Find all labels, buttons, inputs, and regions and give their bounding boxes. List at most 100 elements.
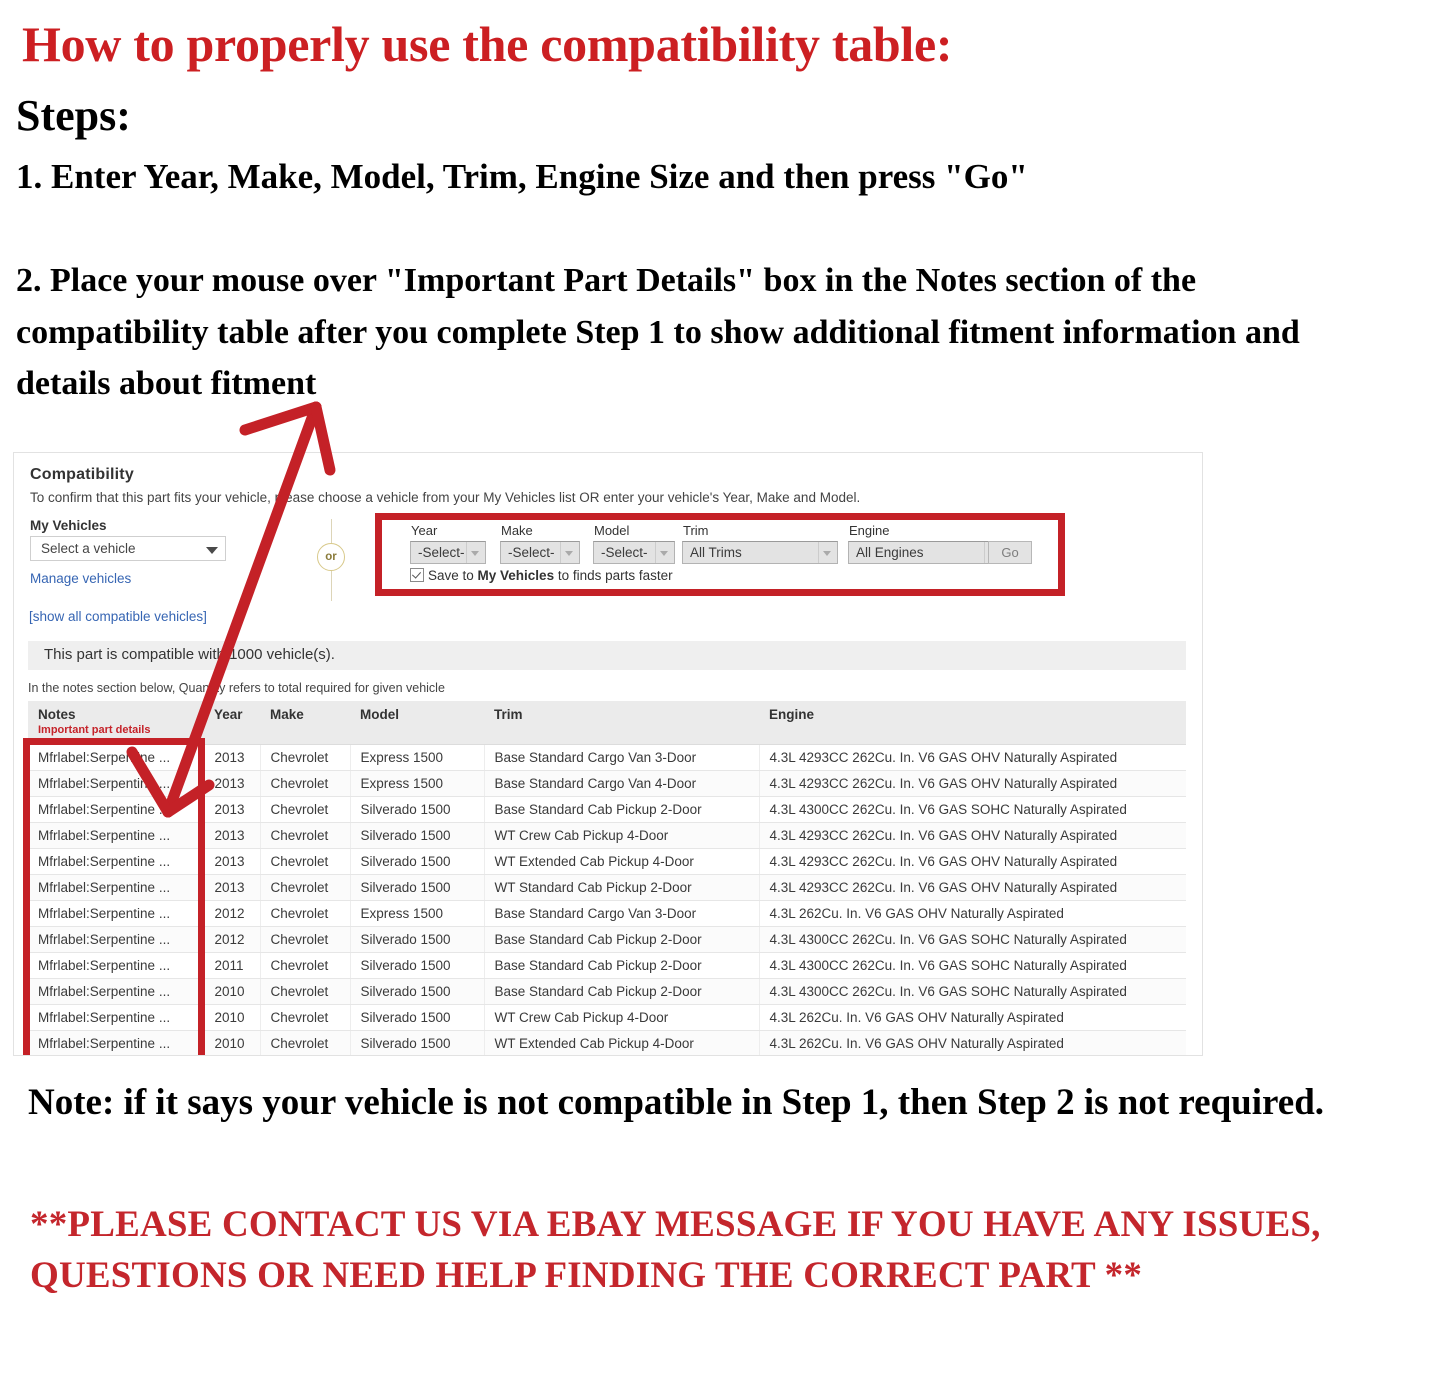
table-row[interactable]: Mfrlabel:Serpentine ... 2013 Chevrolet Silv… [28,822,1186,849]
table-row[interactable]: Mfrlabel:Serpentine ... 2012 Chevrolet Silv… [28,926,1186,953]
cell-year: 2010 [204,1004,261,1031]
page-title: How to properly use the compatibility ta… [22,16,953,72]
cell-make: Chevrolet [260,952,351,979]
cell-make: Chevrolet [260,1030,351,1055]
divider [655,542,656,563]
make-select-box[interactable]: -Select- [500,541,580,564]
save-checkbox[interactable] [410,568,424,582]
cell-engine: 4.3L 262Cu. In. V6 GAS OHV Naturally Asp… [759,1004,1186,1031]
column-header-engine[interactable]: Engine [759,701,1186,745]
engine-select-box[interactable]: All Engines [848,541,1004,564]
column-header-notes[interactable]: Notes Important part details [28,701,204,745]
cell-make: Chevrolet [260,848,351,875]
column-header-trim[interactable]: Trim [484,701,759,745]
cell-make: Chevrolet [260,900,351,927]
column-header-year[interactable]: Year [204,701,260,745]
chevron-down-icon [471,551,479,556]
save-text-bold: My Vehicles [477,568,555,583]
cell-trim: Base Standard Cab Pickup 2-Door [484,978,760,1005]
cell-model: Silverado 1500 [350,1030,485,1055]
show-all-compatible-vehicles-link[interactable]: [show all compatible vehicles] [29,609,207,624]
cell-model: Silverado 1500 [350,952,485,979]
cell-year: 2013 [204,874,261,901]
note-text: Note: if it says your vehicle is not com… [28,1082,1325,1123]
cell-engine: 4.3L 4293CC 262Cu. In. V6 GAS OHV Natura… [759,770,1186,797]
table-row[interactable]: Mfrlabel:Serpentine ... 2010 Chevrolet Silv… [28,1030,1186,1055]
trim-value: All Trims [690,545,742,560]
cell-notes: Mfrlabel:Serpentine ... [28,978,205,1005]
compatibility-panel: Compatibility To confirm that this part … [13,452,1203,1056]
cell-model: Silverado 1500 [350,978,485,1005]
cell-make: Chevrolet [260,822,351,849]
compatibility-heading: Compatibility [30,466,134,483]
make-value: -Select- [508,545,555,560]
cell-year: 2013 [204,744,261,771]
table-row[interactable]: Mfrlabel:Serpentine ... 2012 Chevrolet Expr… [28,900,1186,927]
table-row[interactable]: Mfrlabel:Serpentine ... 2010 Chevrolet Silv… [28,1004,1186,1031]
or-divider: or [317,519,345,601]
cell-engine: 4.3L 4300CC 262Cu. In. V6 GAS SOHC Natur… [759,796,1186,823]
cell-notes: Mfrlabel:Serpentine ... [28,900,205,927]
cell-trim: WT Extended Cab Pickup 4-Door [484,848,760,875]
cell-engine: 4.3L 4293CC 262Cu. In. V6 GAS OHV Natura… [759,848,1186,875]
table-row[interactable]: Mfrlabel:Serpentine ... 2011 Chevrolet Silv… [28,952,1186,979]
cell-year: 2013 [204,848,261,875]
cell-engine: 4.3L 4293CC 262Cu. In. V6 GAS OHV Natura… [759,744,1186,771]
cell-year: 2010 [204,1030,261,1055]
manage-vehicles-link[interactable]: Manage vehicles [30,571,131,586]
table-row[interactable]: Mfrlabel:Serpentine ... 2013 Chevrolet Expr… [28,770,1186,797]
table-row[interactable]: Mfrlabel:Serpentine ... 2013 Chevrolet Expr… [28,744,1186,771]
compatible-count-banner: This part is compatible with 1000 vehicl… [28,641,1186,670]
save-text-after: to finds parts faster [554,568,673,583]
year-label: Year [411,523,438,538]
chevron-down-icon [660,551,668,556]
my-vehicles-select-value: Select a vehicle [41,541,136,556]
cell-make: Chevrolet [260,926,351,953]
column-header-model[interactable]: Model [350,701,484,745]
steps-label: Steps: [16,91,131,140]
cell-model: Silverado 1500 [350,796,485,823]
cell-make: Chevrolet [260,874,351,901]
important-part-details-label: Important part details [38,724,151,736]
cell-model: Silverado 1500 [350,822,485,849]
cell-year: 2010 [204,978,261,1005]
trim-label: Trim [683,523,709,538]
cell-notes: Mfrlabel:Serpentine ... [28,848,205,875]
cell-engine: 4.3L 262Cu. In. V6 GAS OHV Naturally Asp… [759,1030,1186,1055]
cell-make: Chevrolet [260,770,351,797]
cell-model: Silverado 1500 [350,874,485,901]
trim-select-box[interactable]: All Trims [682,541,838,564]
cell-notes: Mfrlabel:Serpentine ... [28,770,205,797]
cell-notes: Mfrlabel:Serpentine ... [28,1030,205,1055]
cell-year: 2012 [204,900,261,927]
table-row[interactable]: Mfrlabel:Serpentine ... 2013 Chevrolet Silv… [28,848,1186,875]
step-2-text: 2. Place your mouse over "Important Part… [16,262,1300,403]
cell-year: 2011 [204,952,261,979]
cell-notes: Mfrlabel:Serpentine ... [28,822,205,849]
chevron-down-icon [206,547,218,554]
cell-trim: Base Standard Cargo Van 3-Door [484,900,760,927]
column-header-make[interactable]: Make [260,701,350,745]
cell-notes: Mfrlabel:Serpentine ... [28,874,205,901]
table-row[interactable]: Mfrlabel:Serpentine ... 2013 Chevrolet Silv… [28,874,1186,901]
divider [984,542,985,563]
notes-hint-text: In the notes section below, Quantity ref… [28,681,445,695]
cell-trim: Base Standard Cab Pickup 2-Door [484,926,760,953]
cell-model: Silverado 1500 [350,848,485,875]
table-row[interactable]: Mfrlabel:Serpentine ... 2010 Chevrolet Silv… [28,978,1186,1005]
year-select-box[interactable]: -Select- [410,541,486,564]
compatibility-subtitle: To confirm that this part fits your vehi… [30,490,861,505]
cell-notes: Mfrlabel:Serpentine ... [28,952,205,979]
table-row[interactable]: Mfrlabel:Serpentine ... 2013 Chevrolet Silv… [28,796,1186,823]
save-to-my-vehicles-row[interactable]: Save to My Vehicles to finds parts faste… [410,568,673,583]
cell-make: Chevrolet [260,978,351,1005]
cell-make: Chevrolet [260,796,351,823]
go-button[interactable]: Go [988,541,1032,564]
cell-engine: 4.3L 4300CC 262Cu. In. V6 GAS SOHC Natur… [759,952,1186,979]
cell-year: 2013 [204,770,261,797]
cell-notes: Mfrlabel:Serpentine ... [28,796,205,823]
model-select-box[interactable]: -Select- [593,541,675,564]
save-text-before: Save to [428,568,478,583]
cell-model: Silverado 1500 [350,1004,485,1031]
my-vehicles-select[interactable]: Select a vehicle [30,536,226,561]
